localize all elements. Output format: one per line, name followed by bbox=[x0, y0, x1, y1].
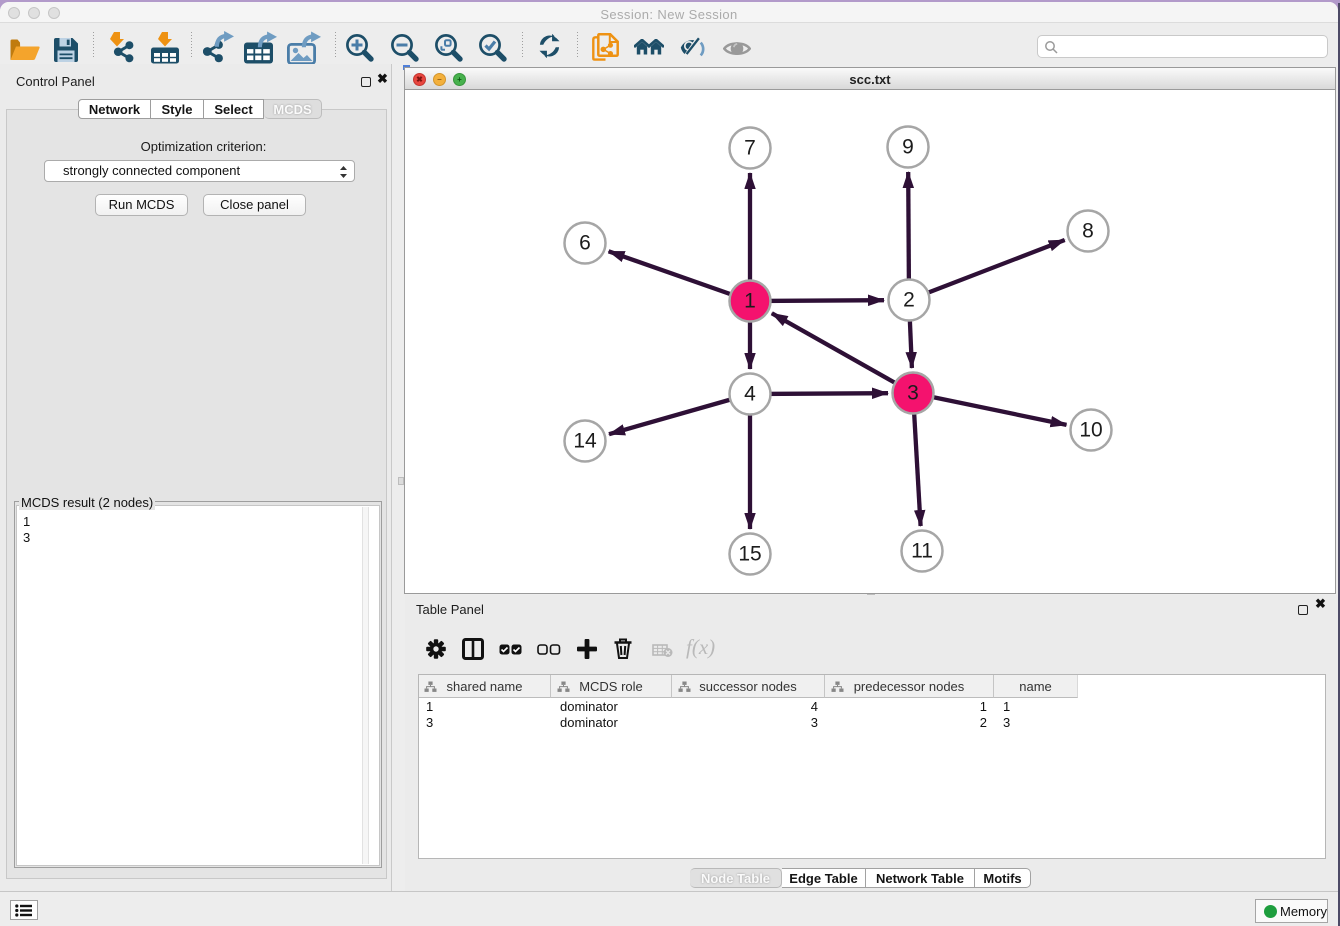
svg-text:15: 15 bbox=[738, 543, 761, 566]
svg-text:2: 2 bbox=[903, 289, 915, 312]
svg-text:14: 14 bbox=[573, 430, 597, 453]
svg-text:9: 9 bbox=[902, 136, 914, 159]
svg-text:10: 10 bbox=[1079, 419, 1102, 442]
svg-text:3: 3 bbox=[907, 382, 919, 405]
svg-text:8: 8 bbox=[1082, 220, 1094, 243]
svg-text:7: 7 bbox=[744, 137, 756, 160]
svg-text:6: 6 bbox=[579, 232, 591, 255]
svg-text:11: 11 bbox=[911, 540, 933, 563]
svg-text:1: 1 bbox=[744, 290, 756, 313]
svg-text:4: 4 bbox=[744, 383, 756, 406]
